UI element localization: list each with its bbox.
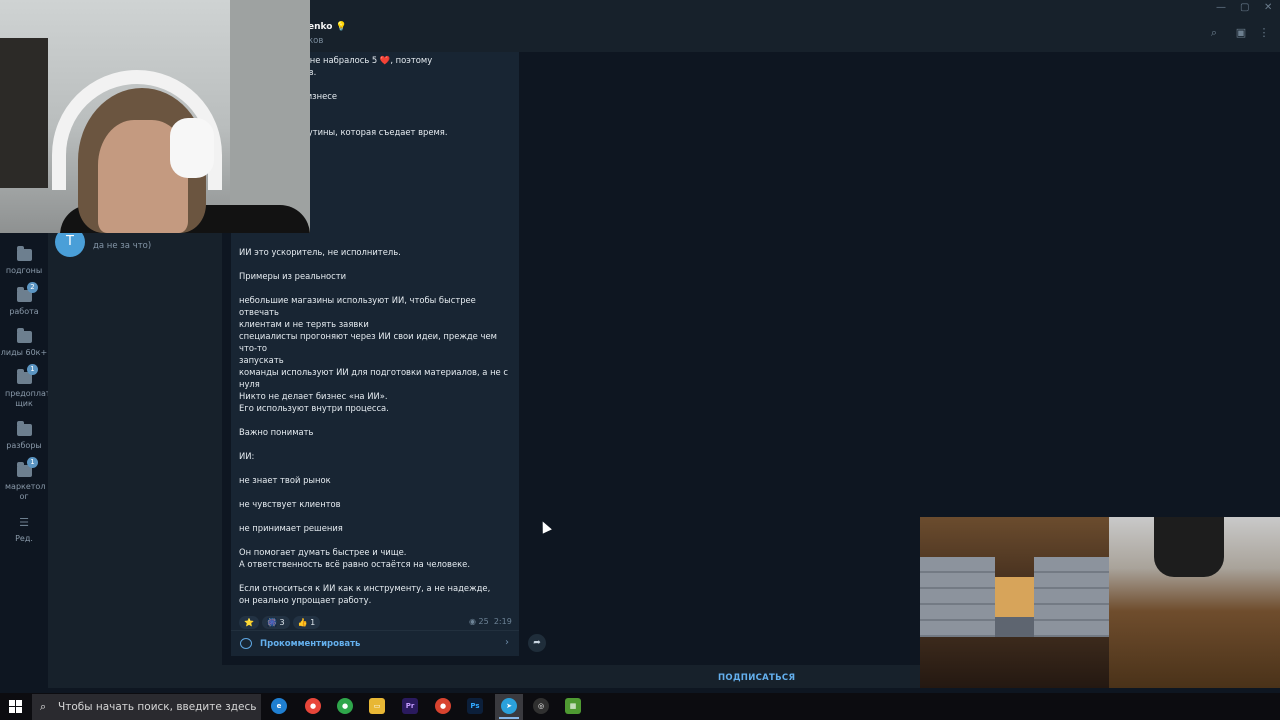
- post-paragraph: Никто не делает бизнес «на ИИ». Его испо…: [239, 391, 389, 413]
- sidebar-toggle-icon[interactable]: ▣: [1234, 26, 1248, 40]
- edit-folders-button[interactable]: ☰ Ред.: [0, 516, 48, 544]
- post-paragraph: Примеры из реальности: [239, 271, 347, 281]
- comment-label: Прокомментировать: [260, 639, 361, 649]
- post-paragraph: ИИ:: [239, 451, 255, 461]
- post-paragraph: ИИ это ускоритель, не исполнитель.: [239, 247, 401, 257]
- views-count: 25: [478, 617, 489, 626]
- more-menu-icon[interactable]: ⋮: [1257, 26, 1271, 40]
- share-button[interactable]: ➦: [528, 634, 546, 652]
- bottom-bar: [222, 665, 920, 688]
- minimize-button[interactable]: —: [1216, 2, 1226, 13]
- search-icon: ⌕: [40, 700, 47, 713]
- corridor-floor: [920, 637, 1109, 688]
- post-paragraph: Если относиться к ИИ как к инструменту, …: [239, 583, 491, 605]
- bookshelf: [0, 38, 48, 188]
- sliders-icon: ☰: [19, 516, 29, 529]
- folder-icon: [16, 246, 32, 261]
- channel-subtitle: ков: [308, 36, 324, 46]
- windows-start-icon[interactable]: [9, 700, 22, 713]
- post-time: 2:19: [493, 617, 512, 626]
- maximize-button[interactable]: ▢: [1240, 2, 1249, 13]
- folder-lidy[interactable]: лиды 60к+: [0, 328, 48, 358]
- folder-podgony[interactable]: подгоны: [0, 246, 48, 276]
- eye-icon: ◉: [469, 617, 476, 626]
- unread-badge: 2: [27, 282, 38, 293]
- post-paragraph: небольшие магазины используют ИИ, чтобы …: [239, 295, 476, 329]
- reaction-star[interactable]: ⭐: [239, 616, 259, 629]
- wall: [230, 0, 310, 233]
- comment-icon: [240, 638, 252, 649]
- folder-label: работа: [9, 307, 39, 316]
- folder-predoplatshchik[interactable]: 1 предоплат щик: [0, 364, 51, 409]
- chrome-icon[interactable]: ●: [305, 698, 321, 714]
- folder-rabota[interactable]: 2 работа: [0, 282, 48, 317]
- photoshop-icon[interactable]: Ps: [467, 698, 483, 714]
- game-overlay: [920, 517, 1280, 688]
- comments-button[interactable]: Прокомментировать ›: [231, 630, 519, 656]
- reaction-thumbs-up[interactable]: 👍 1: [292, 616, 321, 629]
- chat-preview-text[interactable]: да не за что): [93, 241, 151, 251]
- obs-icon[interactable]: ◎: [533, 698, 549, 714]
- folder-icon: [16, 421, 32, 436]
- share-icon: ➦: [533, 638, 541, 648]
- player-legs: [1154, 517, 1224, 577]
- folder-razbory[interactable]: разборы: [0, 421, 48, 451]
- close-button[interactable]: ✕: [1264, 2, 1272, 13]
- post-paragraph: команды используют ИИ для подготовки мат…: [239, 367, 508, 389]
- subscribe-button[interactable]: ПОДПИСАТЬСЯ: [718, 673, 795, 683]
- folder-label: лиды 60к+: [0, 348, 48, 357]
- unread-badge: 1: [27, 457, 38, 468]
- folder-marketolog[interactable]: 1 маркетол ог: [0, 457, 48, 502]
- folder-label: Ред.: [15, 534, 33, 543]
- telegram-icon[interactable]: ➤: [501, 698, 517, 714]
- reaction-fireworks[interactable]: 🎆 3: [261, 616, 290, 629]
- post-paragraph: специалисты прогоняют через ИИ свои идеи…: [239, 331, 497, 365]
- chevron-right-icon: ›: [505, 637, 509, 648]
- headphone-cup: [170, 118, 214, 178]
- post-paragraph: не чувствует клиентов: [239, 499, 341, 509]
- unread-badge: 1: [27, 364, 38, 375]
- reactions: ⭐ 🎆 3 👍 1: [239, 610, 323, 629]
- webcam-overlay: [0, 0, 310, 233]
- edge-icon[interactable]: e: [271, 698, 287, 714]
- chat-header: [222, 16, 1280, 52]
- folder-label: предоплат щик: [5, 389, 51, 408]
- post-paragraph: Он помогает думать быстрее и чище. А отв…: [239, 547, 470, 569]
- corridor-end: [995, 577, 1034, 617]
- folder-label: маркетол ог: [5, 482, 46, 501]
- premiere-icon[interactable]: Pr: [402, 698, 418, 714]
- post-meta: ◉ 25 2:19: [469, 617, 512, 626]
- search-placeholder: Чтобы начать поиск, введите здесь: [58, 701, 257, 713]
- minecraft-icon[interactable]: ▦: [565, 698, 581, 714]
- search-icon[interactable]: ⌕: [1207, 26, 1221, 40]
- game-view-corridor: [920, 517, 1109, 688]
- post-paragraph: Важно понимать: [239, 427, 314, 437]
- chrome-icon[interactable]: ●: [337, 698, 353, 714]
- game-view-player: [1109, 517, 1280, 688]
- file-explorer-icon[interactable]: ▭: [369, 698, 385, 714]
- channel-title[interactable]: enko 💡: [308, 22, 347, 32]
- chrome-icon[interactable]: ●: [435, 698, 451, 714]
- folder-icon: [16, 328, 32, 343]
- folder-label: подгоны: [5, 266, 43, 275]
- folder-label: разборы: [6, 441, 42, 450]
- active-app-underline: [499, 717, 519, 719]
- post-paragraph: не знает твой рынок: [239, 475, 331, 485]
- post-paragraph: не принимает решения: [239, 523, 343, 533]
